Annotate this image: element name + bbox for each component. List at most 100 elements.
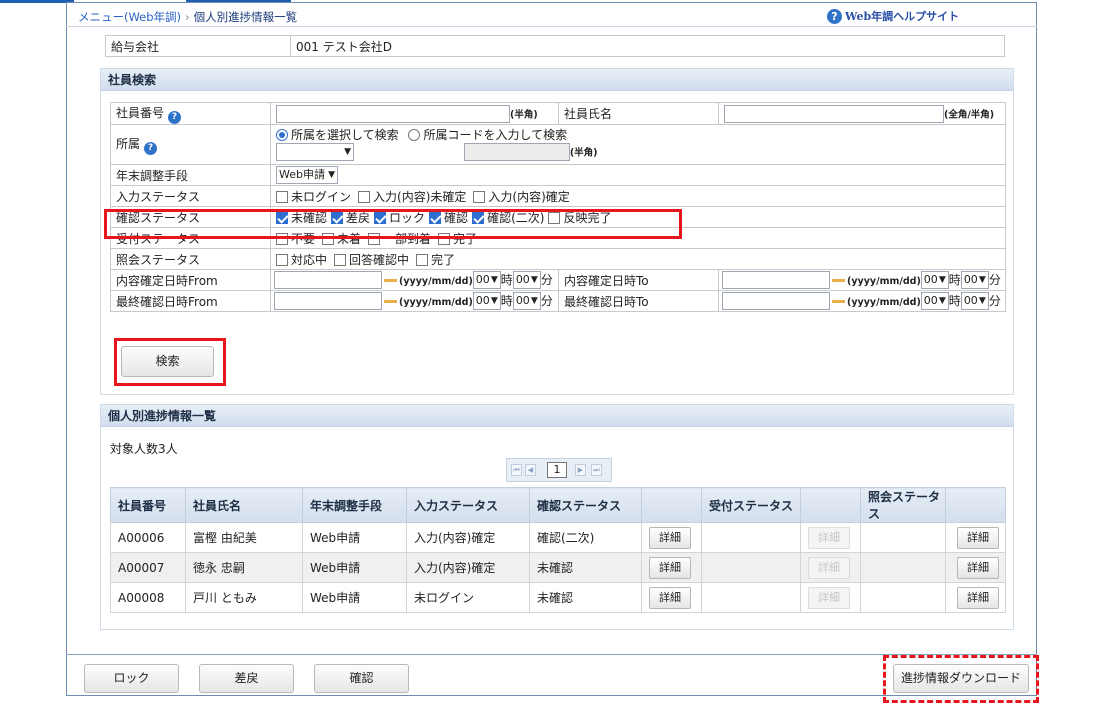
dept-select[interactable]: ▼ (276, 143, 354, 161)
results-header-row: 社員番号 社員氏名 年末調整手段 入力ステータス 確認ステータス 受付ステータス… (110, 487, 1006, 523)
input-status-checkbox[interactable] (276, 190, 288, 203)
col-receipt-detail (800, 487, 861, 523)
breadcrumb-separator: › (185, 10, 190, 24)
confirm-detail-button[interactable]: 詳細 (649, 556, 691, 579)
row-input-status: 未ログイン (406, 582, 530, 613)
last-to-label: 最終確認日時To (558, 290, 719, 312)
inquiry-status-checkbox[interactable] (416, 253, 429, 266)
emp-no-input[interactable] (276, 104, 510, 123)
last-from-date-input[interactable] (274, 292, 382, 311)
inquiry-detail-button[interactable]: 詳細 (957, 586, 999, 609)
chevron-down-icon: ▼ (490, 296, 498, 307)
minute-select[interactable]: 00 ▼ (960, 271, 989, 290)
hour-select[interactable]: 00 ▼ (472, 292, 501, 311)
minute-select[interactable]: 00 ▼ (512, 271, 541, 290)
input-status-checkbox[interactable] (473, 190, 486, 203)
content-to-label: 内容確定日時To (558, 269, 719, 291)
last-page-icon[interactable]: ⏭ (591, 464, 602, 476)
row-confirm-status: 確認(二次) (529, 522, 642, 553)
confirm-button[interactable]: 確認 (314, 664, 409, 693)
minute-select[interactable]: 00 ▼ (512, 292, 541, 311)
input-status-checkbox[interactable] (358, 190, 371, 203)
hour-select[interactable]: 00 ▼ (920, 271, 949, 290)
method-select[interactable]: Web申請 ▼ (276, 166, 338, 184)
col-inquiry-detail (945, 487, 1006, 523)
method-label: 年末調整手段 (110, 164, 271, 186)
row-input-status: 入力(内容)確定 (406, 552, 530, 583)
breadcrumb-menu-link[interactable]: メニュー(Web年調) (78, 10, 181, 24)
receipt-detail-button: 詳細 (808, 586, 850, 609)
dept-code-note: (半角) (569, 147, 598, 159)
input-status-options: 未ログイン 入力(内容)未確定 入力(内容)確定 (270, 185, 1006, 207)
content-from-date-input[interactable] (274, 271, 382, 290)
dept-code-input[interactable] (463, 143, 570, 161)
emp-name-note: (全角/半角) (944, 109, 995, 120)
results-count: 対象人数3人 (110, 442, 178, 456)
help-site-link[interactable]: ? Web年調ヘルプサイト (827, 8, 959, 24)
results-table: 社員番号 社員氏名 年末調整手段 入力ステータス 確認ステータス 受付ステータス… (110, 487, 1006, 613)
calendar-icon[interactable] (384, 278, 397, 282)
col-inquiry-status: 照会ステータス (860, 487, 946, 523)
chevron-down-icon: ▼ (328, 170, 335, 180)
calendar-icon[interactable] (384, 299, 397, 303)
lock-button[interactable]: ロック (84, 664, 179, 693)
inquiry-detail-button[interactable]: 詳細 (957, 526, 999, 549)
inquiry-status-label: 照会ステータス (110, 248, 271, 270)
chevron-down-icon: ▼ (490, 275, 498, 286)
row-emp-no: A00006 (110, 522, 186, 553)
calendar-icon[interactable] (832, 278, 845, 282)
calendar-icon[interactable] (832, 299, 845, 303)
first-page-icon[interactable]: ⏮ (511, 464, 522, 476)
row-confirm-status: 未確認 (529, 582, 642, 613)
company-table: 給与会社 001 テスト会社D (105, 35, 1005, 57)
hour-select[interactable]: 00 ▼ (472, 271, 501, 290)
confirm-detail-button[interactable]: 詳細 (649, 526, 691, 549)
content-to-date-input[interactable] (722, 271, 830, 290)
chevron-down-icon: ▼ (530, 296, 538, 307)
chevron-down-icon: ▼ (978, 275, 986, 286)
emp-name-label: 社員氏名 (558, 102, 719, 125)
table-row: A00006 富樫 由紀美 Web申請 入力(内容)確定 確認(二次) 詳細 詳… (110, 522, 1006, 553)
inquiry-status-options: 対応中 回答確認中 完了 (270, 248, 1006, 270)
row-method: Web申請 (302, 522, 407, 553)
return-button[interactable]: 差戻 (199, 664, 294, 693)
inquiry-status-checkbox[interactable] (276, 253, 288, 266)
chevron-down-icon: ▼ (530, 275, 538, 286)
breadcrumb: メニュー(Web年調) › 個人別進捗情報一覧 (78, 9, 297, 25)
col-emp-no: 社員番号 (110, 487, 186, 523)
confirm-detail-button[interactable]: 詳細 (649, 586, 691, 609)
dept-label: 所属? (110, 124, 271, 165)
dept-radio-select[interactable] (276, 129, 288, 141)
inquiry-detail-button[interactable]: 詳細 (957, 556, 999, 579)
help-icon[interactable]: ? (144, 141, 158, 155)
hour-select[interactable]: 00 ▼ (920, 292, 949, 311)
chevron-down-icon: ▼ (978, 296, 986, 307)
help-icon[interactable]: ? (168, 110, 182, 124)
row-method: Web申請 (302, 552, 407, 583)
minute-select[interactable]: 00 ▼ (960, 292, 989, 311)
col-receipt-status: 受付ステータス (701, 487, 801, 523)
company-value: 001 テスト会社D (290, 35, 1005, 57)
emp-no-label: 社員番号? (110, 102, 271, 125)
help-site-label: Web年調ヘルプサイト (845, 10, 960, 23)
col-method: 年末調整手段 (302, 487, 407, 523)
col-emp-name: 社員氏名 (185, 487, 303, 523)
breadcrumb-current: 個人別進捗情報一覧 (193, 10, 298, 24)
input-status-label: 入力ステータス (110, 185, 271, 207)
next-page-icon[interactable]: ▶ (575, 464, 586, 476)
row-input-status: 入力(内容)確定 (406, 522, 530, 553)
row-emp-name: 富樫 由紀美 (185, 522, 303, 553)
last-to-date-input[interactable] (722, 292, 830, 311)
page: メニュー(Web年調) › 個人別進捗情報一覧 ? Web年調ヘルプサイト 給与会社… (0, 0, 1107, 712)
inquiry-status-checkbox[interactable] (334, 253, 347, 266)
chevron-down-icon: ▼ (344, 147, 351, 157)
last-from-label: 最終確認日時From (110, 290, 271, 312)
dept-radio-code[interactable] (408, 129, 421, 141)
row-emp-name: 徳永 忠嗣 (185, 552, 303, 583)
confirm-status-highlight (104, 209, 682, 239)
employee-search-title: 社員検索 (101, 69, 1013, 91)
emp-name-input[interactable] (724, 104, 944, 123)
prev-page-icon[interactable]: ◀ (525, 464, 536, 476)
page-number-input[interactable]: 1 (547, 462, 567, 478)
table-row: A00007 徳永 忠嗣 Web申請 入力(内容)確定 未確認 詳細 詳細 詳細 (110, 552, 1006, 583)
